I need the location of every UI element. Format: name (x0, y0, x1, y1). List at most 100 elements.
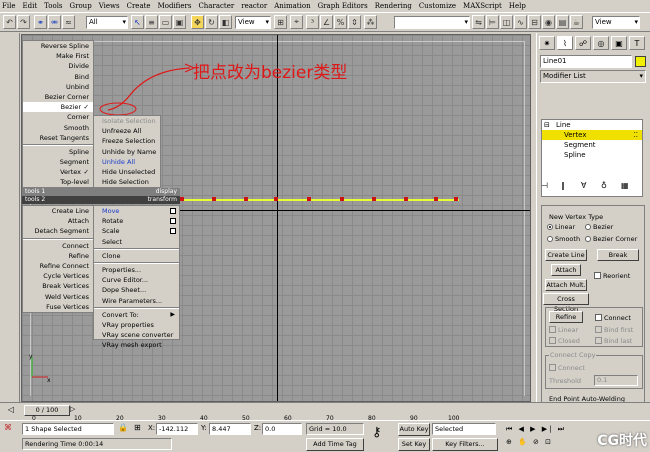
menu-item-curve-editor[interactable]: Curve Editor... (94, 275, 179, 285)
menu-item-vray-mesh-export[interactable]: VRay mesh export (94, 340, 179, 350)
select-object-icon[interactable]: ↖ (131, 15, 144, 29)
menu-item-segment[interactable]: Segment (23, 157, 93, 167)
timeline-config-icon[interactable]: ◁ (4, 405, 18, 417)
menu-item-corner[interactable]: Corner (23, 112, 93, 122)
menu-item-dope-sheet[interactable]: Dope Sheet... (94, 285, 179, 295)
window-crossing-icon[interactable]: ▣ (173, 15, 186, 29)
menu-item-top-level[interactable]: Top-level (23, 177, 93, 187)
stack-item-segment[interactable]: Segment (542, 140, 642, 150)
curve-editor-icon[interactable]: ∿ (514, 15, 527, 29)
set-key-icon[interactable]: ⚷ (372, 425, 382, 440)
scale-icon[interactable]: ◧ (219, 15, 232, 29)
display-tab-icon[interactable]: ▣ (611, 36, 627, 50)
viewport-nav-controls[interactable]: ⊕ ✋ ⊘ ⊡ (506, 438, 586, 448)
bind-first-checkbox[interactable]: Bind first (595, 326, 633, 334)
hierarchy-tab-icon[interactable]: ☍ (575, 36, 591, 50)
menu-item-rotate[interactable]: Rotate (94, 216, 179, 226)
align-icon[interactable]: ⊨ (486, 15, 499, 29)
render-type-dropdown[interactable]: View (592, 16, 640, 29)
menu-item-isolate-selection[interactable]: Isolate Selection (94, 116, 160, 126)
menu-item-vray-scene-converter[interactable]: VRay scene converter (94, 330, 179, 340)
menu-item-unfreeze-all[interactable]: Unfreeze All (94, 126, 160, 136)
select-by-name-icon[interactable]: ≡ (145, 15, 158, 29)
menu-item-hide-unselected[interactable]: Hide Unselected (94, 167, 160, 177)
lock-selection-icon[interactable]: 🔒 (118, 423, 128, 432)
pivot-center-icon[interactable]: ⊞ (274, 15, 287, 29)
schematic-view-icon[interactable]: ⊟ (528, 15, 541, 29)
snap-3d-icon[interactable]: ³ (306, 15, 319, 29)
spline-vertex[interactable] (274, 197, 278, 201)
menu-item-bezier[interactable]: Bezier ✓ (23, 102, 93, 113)
menu-item-break-vertices[interactable]: Break Vertices (23, 281, 93, 291)
x-coord-field[interactable]: -142.112 (156, 423, 198, 435)
set-key-button[interactable]: Set Key (398, 438, 430, 451)
spline-vertex[interactable] (244, 197, 248, 201)
key-filters-button[interactable]: Key Filters... (432, 438, 498, 451)
connect-checkbox[interactable]: Connect (595, 314, 631, 322)
create-tab-icon[interactable]: ✷ (539, 36, 555, 50)
menu-item-make-first[interactable]: Make First (23, 51, 93, 61)
break-button[interactable]: Break (597, 249, 639, 261)
menu-animation[interactable]: Animation (274, 2, 310, 10)
menu-item-clone[interactable]: Clone (94, 251, 179, 261)
menu-item-fuse-vertices[interactable]: Fuse Vertices (23, 302, 93, 312)
linear-checkbox[interactable]: Linear (549, 326, 578, 334)
menu-item-attach[interactable]: Attach (23, 216, 93, 226)
key-selection-dropdown[interactable]: Selected (432, 423, 496, 435)
spline-vertex[interactable] (307, 197, 311, 201)
spline-vertex[interactable] (454, 197, 458, 201)
menu-views[interactable]: Views (99, 2, 120, 10)
menu-item-hide-selection[interactable]: Hide Selection (94, 177, 160, 187)
named-selection-icon[interactable]: ⁂ (364, 15, 377, 29)
menu-tools[interactable]: Tools (44, 2, 62, 10)
spline-line01[interactable] (179, 199, 459, 201)
menu-graph-editors[interactable]: Graph Editors (318, 2, 368, 10)
spline-vertex[interactable] (340, 197, 344, 201)
stack-item-spline[interactable]: Spline (542, 150, 642, 160)
spline-vertex[interactable] (404, 197, 408, 201)
menu-item-reverse-spline[interactable]: Reverse Spline (23, 41, 93, 51)
menu-reactor[interactable]: reactor (241, 2, 267, 10)
bind-spacewarp-icon[interactable]: ≈ (62, 15, 75, 29)
spline-vertex[interactable] (180, 197, 184, 201)
create-line-button[interactable]: Create Line (545, 249, 587, 261)
refine-button[interactable]: Refine (549, 311, 583, 323)
menu-item-bind[interactable]: Bind (23, 72, 93, 82)
radio-smooth[interactable]: Smooth (547, 235, 580, 243)
threshold-spinner[interactable]: 0.1 (594, 375, 638, 386)
menu-item-smooth[interactable]: Smooth (23, 123, 93, 133)
unlink-icon[interactable]: ⚮ (48, 15, 61, 29)
stack-item-vertex[interactable]: Vertex ⁚⁚ (542, 130, 642, 140)
menu-item-refine-connect[interactable]: Refine Connect (23, 261, 93, 271)
pin-stack-icon[interactable]: ⊣ (541, 181, 548, 190)
utilities-tab-icon[interactable]: T (629, 36, 645, 50)
material-editor-icon[interactable]: ◉ (542, 15, 555, 29)
settings-box-icon[interactable] (170, 228, 176, 235)
menu-group[interactable]: Group (70, 2, 92, 10)
radio-bezier[interactable]: Bezier (585, 223, 613, 231)
radio-bezier-corner[interactable]: Bezier Corner (585, 235, 637, 243)
maxscript-listener-icon[interactable]: ⌘ (4, 423, 18, 435)
spinner-snap-icon[interactable]: ⇕ (348, 15, 361, 29)
configure-sets-icon[interactable]: ▦ (621, 181, 629, 190)
make-unique-icon[interactable]: ∀ (581, 181, 586, 190)
menu-customize[interactable]: Customize (419, 2, 456, 10)
select-manipulate-icon[interactable]: ⌖ (290, 15, 303, 29)
menu-item-wire-parameters[interactable]: Wire Parameters... (94, 296, 179, 306)
rect-selection-icon[interactable]: ▭ (159, 15, 172, 29)
attach-button[interactable]: Attach (551, 264, 581, 276)
modify-tab-icon[interactable]: ⌇ (557, 36, 573, 50)
selection-filter-dropdown[interactable]: All (86, 16, 128, 29)
menu-item-weld-vertices[interactable]: Weld Vertices (23, 292, 93, 302)
menu-item-divide[interactable]: Divide (23, 61, 93, 71)
closed-checkbox[interactable]: Closed (549, 337, 580, 345)
show-end-result-icon[interactable]: ‖ (561, 181, 565, 190)
y-coord-field[interactable]: 8.447 (209, 423, 251, 435)
undo-icon[interactable]: ↶ (3, 15, 16, 29)
settings-box-icon[interactable] (170, 208, 176, 214)
menu-help[interactable]: Help (509, 2, 526, 10)
menu-item-detach-segment[interactable]: Detach Segment (23, 226, 93, 236)
collapse-minus-icon[interactable]: ⊟ (544, 120, 550, 130)
object-name-field[interactable]: Line01 (540, 55, 632, 68)
mirror-icon[interactable]: ⇋ (472, 15, 485, 29)
